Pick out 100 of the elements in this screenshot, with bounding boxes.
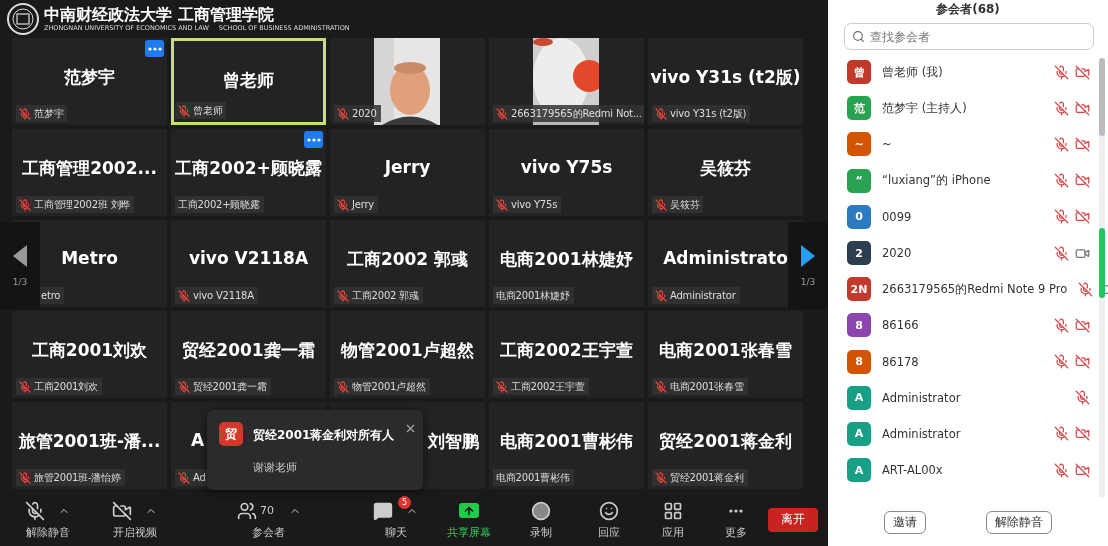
name-label-text: 曾老师	[193, 103, 223, 118]
video-tile[interactable]: 吴筱芬 吴筱芬	[648, 129, 803, 216]
participant-row[interactable]: 范 范梦宇 (主持人)	[847, 90, 1108, 127]
toolbar-label: 解除静音	[25, 524, 70, 540]
video-tile[interactable]: Administrato Administrator	[648, 220, 803, 307]
participant-avatar: “	[847, 168, 871, 193]
name-label-text: 电商2001曹彬伟	[496, 470, 570, 485]
video-tile[interactable]: vivo Y75s vivo Y75s	[489, 129, 644, 216]
toolbar-label: 应用	[661, 524, 684, 540]
participant-name: 曾老师	[223, 69, 274, 92]
name-label-text: 吴筱芬	[670, 197, 700, 212]
sender-avatar: 贸	[219, 422, 243, 446]
page-indicator: 1/3	[800, 276, 816, 287]
video-tile[interactable]: 工商2002 郭彧 工商2002 郭彧	[330, 220, 485, 307]
video-tile[interactable]: 电商2001曹彬伟 电商2001曹彬伟	[489, 402, 644, 489]
participant-row[interactable]: 2 2020	[847, 234, 1108, 272]
logo-title: 中南财经政法大学 工商管理学院	[44, 5, 275, 24]
page-indicator: 1/3	[12, 276, 28, 287]
toolbar-button[interactable]: 解除静音	[4, 499, 92, 540]
toolbar-label: 更多	[725, 524, 748, 540]
video-tile[interactable]: 曾老师 曾老师	[171, 38, 326, 125]
participant-name: 86178	[882, 354, 920, 369]
participant-row[interactable]: A Administrator	[847, 379, 1108, 416]
toolbar-button[interactable]: 共享屏幕	[432, 499, 505, 540]
previous-page-button[interactable]	[13, 244, 27, 267]
video-tile[interactable]: 贸经2001龚一霜 贸经2001龚一霜	[171, 311, 326, 398]
participant-name: ~	[882, 137, 893, 152]
participant-avatar: 2	[847, 241, 871, 266]
more-button[interactable]	[145, 40, 164, 57]
notification-title: 贸经2001蒋金利对所有人	[253, 427, 395, 445]
participant-row[interactable]: 8 86178	[847, 343, 1108, 380]
panel-button[interactable]: 解除静音	[986, 510, 1052, 534]
camera-off-icon	[112, 500, 133, 521]
participant-row[interactable]: 0 0099	[847, 198, 1108, 235]
video-tile[interactable]: 电商2001林婕妤 电商2001林婕妤	[489, 220, 644, 307]
more-button[interactable]	[304, 131, 323, 148]
chat-toast[interactable]: 贸 贸经2001蒋金利对所有人 谢谢老师	[207, 410, 423, 490]
unread-badge: 5	[397, 495, 411, 509]
participant-name: Jerry	[384, 157, 431, 177]
toolbar-button[interactable]: 应用	[640, 499, 705, 540]
name-label-text: 2020	[352, 108, 377, 119]
video-tile[interactable]: 2663179565的Redmi Not...	[489, 38, 644, 125]
name-label-text: 旅管2001班-潘怡婷	[34, 470, 121, 485]
participant-row[interactable]: A Administrator	[847, 415, 1108, 453]
name-label-text: 工商2002王宇萱	[511, 379, 585, 394]
toolbar-label: 共享屏幕	[446, 524, 491, 540]
leave-button[interactable]: 离开	[767, 507, 818, 532]
participant-name: 范梦宇 (主持人)	[882, 100, 968, 116]
video-tile[interactable]: 旅管2001班-潘... 旅管2001班-潘怡婷	[12, 402, 167, 489]
search-icon	[852, 30, 865, 43]
participant-count: 70	[259, 504, 274, 517]
participant-name: 物管2001卢超然	[341, 339, 474, 362]
more-icon	[147, 46, 162, 51]
microphone-muted-icon	[25, 500, 46, 521]
participant-name: 曾老师 (我)	[882, 64, 944, 80]
more-icon	[306, 137, 321, 142]
university-seal-icon	[6, 2, 40, 36]
video-tile[interactable]: 工商2001刘欢 工商2001刘欢	[12, 311, 167, 398]
chat-icon	[373, 500, 394, 521]
video-tile[interactable]: 工商2002+顾晓露 工商2002+顾晓露	[171, 129, 326, 216]
video-tile[interactable]: vivo V2118A vivo V2118A	[171, 220, 326, 307]
next-page-button[interactable]	[801, 244, 815, 267]
toolbar-button[interactable]: 回应	[577, 499, 641, 540]
participant-name: 工商2001刘欢	[31, 339, 148, 362]
notification-message: 谢谢老师	[253, 459, 298, 476]
name-label-text: 电商2001张春雪	[670, 379, 744, 394]
video-tile[interactable]: 贸经2001蒋金利 贸经2001蒋金利	[648, 402, 803, 489]
participant-row[interactable]: A ART-AL00x	[847, 452, 1108, 489]
name-label-text: Jerry	[352, 199, 375, 210]
participant-name: 工商2002王宇萱	[500, 339, 633, 362]
participant-name: 电商2001林婕妤	[500, 248, 633, 271]
panel-button[interactable]: 邀请	[884, 510, 926, 534]
toolbar-button[interactable]: 70 参会者	[178, 499, 360, 540]
toolbar-button[interactable]: 开启视频	[91, 499, 179, 540]
toolbar-button[interactable]: 更多	[704, 499, 768, 540]
participant-name: 刘智鹏	[428, 430, 479, 453]
name-label-text: 工商2002 郭彧	[352, 288, 419, 303]
toolbar-label: 聊天	[384, 524, 407, 540]
name-label-text: 物管2001卢超然	[352, 379, 426, 394]
toolbar-button[interactable]: 录制	[504, 499, 578, 540]
video-tile[interactable]: 物管2001卢超然 物管2001卢超然	[330, 311, 485, 398]
video-tile[interactable]: 电商2001张春雪 电商2001张春雪	[648, 311, 803, 398]
participant-name: 工商2002+顾晓露	[175, 157, 322, 180]
name-label-text: etro	[41, 290, 61, 301]
name-label-text: vivo Y31s (t2版)	[670, 106, 747, 121]
video-tile[interactable]: Jerry Jerry	[330, 129, 485, 216]
video-tile[interactable]: 2020	[330, 38, 485, 125]
video-tile[interactable]: 范梦宇 范梦宇	[12, 38, 167, 125]
participant-row[interactable]: 曾 曾老师 (我)	[847, 54, 1108, 91]
participant-avatar: 8	[847, 349, 871, 374]
participant-name: Administrator	[882, 426, 962, 441]
video-tile[interactable]: 工商管理2002... 工商管理2002班 刘晔	[12, 129, 167, 216]
search-field[interactable]: 查找参会者	[844, 23, 1094, 50]
participant-row[interactable]: ~ ~	[847, 126, 1108, 163]
name-label-text: 工商2002+顾晓露	[178, 197, 260, 212]
video-tile[interactable]: 工商2002王宇萱 工商2002王宇萱	[489, 311, 644, 398]
video-tile[interactable]: vivo Y31s (t2版) vivo Y31s (t2版)	[648, 38, 803, 125]
participant-row[interactable]: 8 86166	[847, 307, 1108, 344]
participant-row[interactable]: “ “luxiang”的 iPhone	[847, 162, 1108, 199]
participant-name: “luxiang”的 iPhone	[882, 173, 992, 189]
